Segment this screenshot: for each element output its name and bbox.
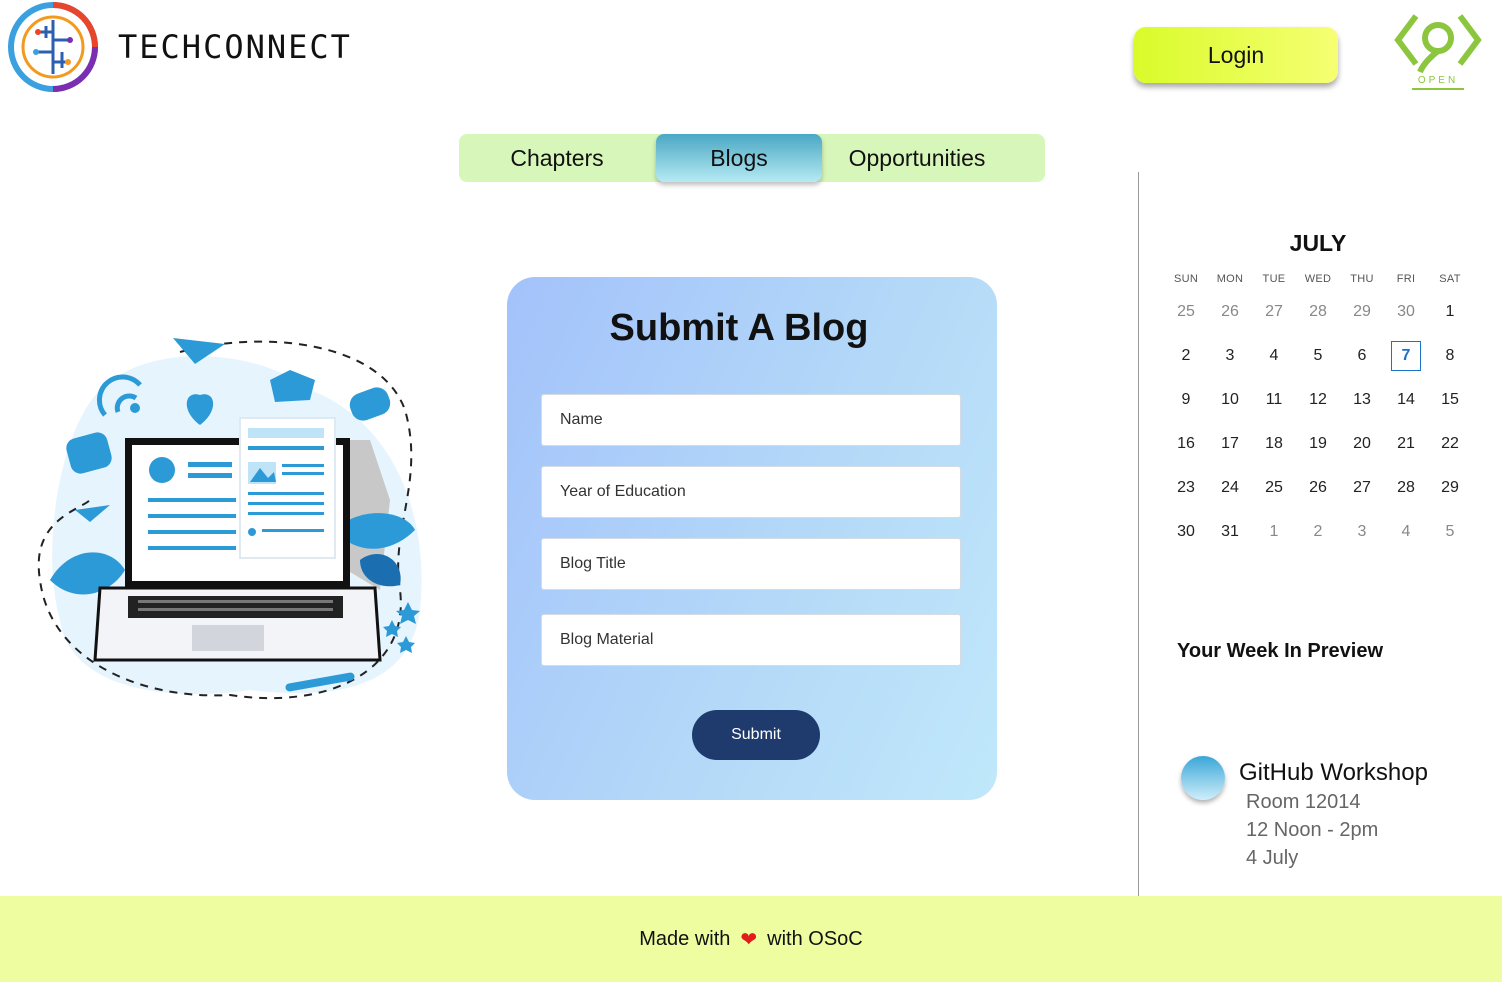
week-preview-title: Your Week In Preview (1177, 640, 1384, 662)
calendar-week: 30 31 1 2 3 4 5 (1164, 510, 1472, 554)
calendar-day[interactable]: 3 (1340, 523, 1384, 541)
page: TECHCONNECT Login OPEN Chapters Blogs Op… (0, 0, 1502, 982)
calendar-day[interactable]: 25 (1252, 479, 1296, 497)
event-room: Room 12014 (1246, 791, 1361, 813)
calendar-day[interactable]: 8 (1428, 347, 1472, 365)
calendar-day[interactable]: 10 (1208, 391, 1252, 409)
calendar-day[interactable]: 3 (1208, 347, 1252, 365)
calendar-day[interactable]: 13 (1340, 391, 1384, 409)
weekday-label: SUN (1173, 273, 1199, 285)
tab-blogs[interactable]: Blogs (656, 134, 822, 182)
weekday-label: TUE (1262, 273, 1286, 285)
calendar-day[interactable]: 30 (1384, 303, 1428, 321)
calendar-day[interactable]: 30 (1164, 523, 1208, 541)
calendar-week: 16 17 18 19 20 21 22 (1164, 422, 1472, 466)
calendar-day[interactable]: 6 (1340, 347, 1384, 365)
login-button[interactable]: Login (1134, 27, 1338, 83)
calendar-day[interactable]: 25 (1164, 303, 1208, 321)
calendar-grid: SUN MON TUE WED THU FRI SAT 25 26 27 28 … (1164, 268, 1472, 554)
calendar-day[interactable]: 28 (1296, 303, 1340, 321)
calendar-day[interactable]: 17 (1208, 435, 1252, 453)
nav-tabs: Chapters Blogs Opportunities (459, 134, 1045, 182)
calendar-day[interactable]: 26 (1208, 303, 1252, 321)
name-input[interactable] (541, 394, 961, 446)
year-of-education-input[interactable] (541, 466, 961, 518)
blogging-laptop-illustration (37, 338, 422, 700)
osoc-open-logo-icon[interactable]: OPEN (1394, 12, 1482, 96)
calendar-day[interactable]: 28 (1384, 479, 1428, 497)
calendar-day[interactable]: 24 (1208, 479, 1252, 497)
calendar-day[interactable]: 11 (1252, 391, 1296, 409)
weekday-label: WED (1304, 273, 1332, 285)
submit-button[interactable]: Submit (692, 710, 820, 760)
tab-chapters[interactable]: Chapters (459, 134, 655, 182)
calendar-day-selected[interactable]: 7 (1384, 341, 1428, 371)
calendar-day[interactable]: 19 (1296, 435, 1340, 453)
calendar-day[interactable]: 5 (1428, 523, 1472, 541)
footer: Made with ❤ with OSoC (0, 896, 1502, 982)
calendar-day[interactable]: 23 (1164, 479, 1208, 497)
submit-blog-card: Submit A Blog Submit (507, 277, 997, 800)
calendar-day[interactable]: 4 (1252, 347, 1296, 365)
form-title: Submit A Blog (609, 307, 869, 349)
techconnect-logo-icon[interactable] (8, 2, 98, 92)
calendar-week: 25 26 27 28 29 30 1 (1164, 290, 1472, 334)
weekday-label: THU (1350, 273, 1374, 285)
event-time: 12 Noon - 2pm (1246, 819, 1379, 841)
calendar-day[interactable]: 2 (1296, 523, 1340, 541)
calendar-weekdays: SUN MON TUE WED THU FRI SAT (1164, 268, 1472, 290)
blog-title-input[interactable] (541, 538, 961, 590)
calendar-day[interactable]: 29 (1340, 303, 1384, 321)
calendar-week: 2 3 4 5 6 7 8 (1164, 334, 1472, 378)
footer-prefix: Made with (639, 927, 731, 950)
event-marker-icon (1181, 756, 1225, 800)
calendar-day[interactable]: 22 (1428, 435, 1472, 453)
blog-material-input[interactable] (541, 614, 961, 666)
footer-suffix: with OSoC (767, 927, 863, 950)
calendar-day[interactable]: 21 (1384, 435, 1428, 453)
calendar-day[interactable]: 5 (1296, 347, 1340, 365)
calendar-day[interactable]: 2 (1164, 347, 1208, 365)
calendar-day[interactable]: 16 (1164, 435, 1208, 453)
selected-day-label: 7 (1391, 341, 1421, 371)
calendar-day[interactable]: 20 (1340, 435, 1384, 453)
tab-opportunities[interactable]: Opportunities (822, 134, 1012, 182)
calendar-day[interactable]: 31 (1208, 523, 1252, 541)
sidebar-divider (1138, 172, 1139, 896)
weekday-label: MON (1216, 273, 1244, 285)
calendar-day[interactable]: 14 (1384, 391, 1428, 409)
calendar-day[interactable]: 12 (1296, 391, 1340, 409)
heart-icon: ❤ (740, 928, 758, 951)
event-date: 4 July (1246, 847, 1299, 869)
calendar-day[interactable]: 15 (1428, 391, 1472, 409)
calendar-day[interactable]: 26 (1296, 479, 1340, 497)
calendar-day[interactable]: 27 (1340, 479, 1384, 497)
calendar-month: JULY (1289, 230, 1347, 256)
osoc-logo-text: OPEN (1418, 75, 1458, 86)
calendar-day[interactable]: 1 (1252, 523, 1296, 541)
calendar-day[interactable]: 9 (1164, 391, 1208, 409)
brand-name: TECHCONNECT (118, 28, 352, 66)
calendar-day[interactable]: 27 (1252, 303, 1296, 321)
weekday-label: SAT (1439, 273, 1461, 285)
calendar-week: 23 24 25 26 27 28 29 (1164, 466, 1472, 510)
calendar-week: 9 10 11 12 13 14 15 (1164, 378, 1472, 422)
calendar-day[interactable]: 1 (1428, 303, 1472, 321)
event-title[interactable]: GitHub Workshop (1239, 759, 1428, 787)
calendar-day[interactable]: 29 (1428, 479, 1472, 497)
calendar-day[interactable]: 4 (1384, 523, 1428, 541)
calendar-day[interactable]: 18 (1252, 435, 1296, 453)
weekday-label: FRI (1396, 273, 1416, 285)
